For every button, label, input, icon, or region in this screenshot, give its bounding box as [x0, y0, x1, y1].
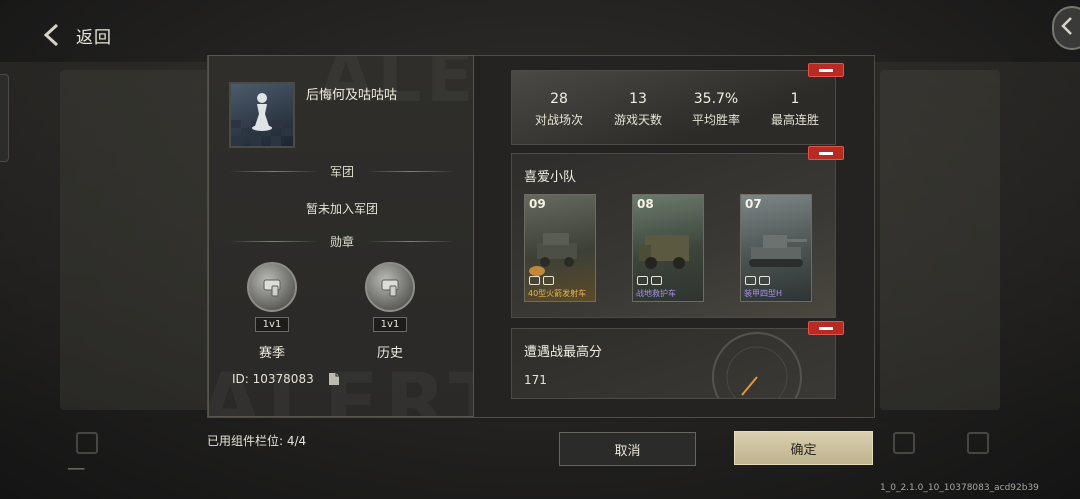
- background-bottom-icon: [893, 432, 915, 454]
- cancel-button[interactable]: 取消: [559, 432, 696, 466]
- remove-stats-button[interactable]: [808, 63, 844, 77]
- legion-heading: 军团: [229, 163, 456, 180]
- profile-panel: ALER ALERT 后悔何及咕咕咕 军团 暂未加入军团 勋章: [208, 55, 474, 417]
- unit-card[interactable]: 09 40型火箭发射车: [524, 194, 596, 302]
- medal-icon: [365, 262, 415, 312]
- stat-label: 对战场次: [534, 113, 583, 127]
- encounter-score: 171: [524, 373, 547, 387]
- medal-icon: [247, 262, 297, 312]
- chess-knight-avatar: [231, 93, 293, 146]
- unit-number: 07: [745, 197, 762, 211]
- left-edge-tab[interactable]: [0, 74, 9, 162]
- stat-value: 13: [629, 91, 647, 107]
- stat-label: 游戏天数: [613, 113, 662, 127]
- username: 后悔何及咕咕咕: [306, 88, 398, 103]
- back-button[interactable]: 返回: [40, 18, 112, 52]
- watermark: ALERT: [209, 356, 473, 416]
- squad-title: 喜爱小队: [524, 170, 577, 185]
- encounter-score-card[interactable]: 遭遇战最高分 171: [511, 328, 836, 399]
- stat-label: 最高连胜: [770, 113, 819, 127]
- unit-name: 战地救护车: [636, 289, 676, 298]
- unit-number: 08: [637, 197, 654, 211]
- confirm-button[interactable]: 确定: [734, 431, 873, 465]
- background-blur-left: [60, 70, 210, 410]
- remove-squad-button[interactable]: [808, 146, 844, 160]
- player-id: ID: 10378083: [232, 372, 314, 386]
- background-bottom-icon: [76, 432, 98, 454]
- medal-history[interactable]: 1v1 历史: [355, 262, 425, 361]
- remove-icon: [819, 151, 833, 155]
- medal-name: 历史: [376, 346, 403, 361]
- unit-class-icons: [529, 276, 554, 285]
- copy-icon[interactable]: [328, 372, 340, 386]
- stat-win-rate: 35.7% 平均胜率: [676, 91, 756, 128]
- medals-heading: 勋章: [229, 233, 456, 250]
- unit-name: 装甲四型H: [744, 289, 783, 298]
- unit-number: 09: [529, 197, 546, 211]
- component-slots-text: 已用组件栏位: 4/4: [207, 434, 307, 448]
- stats-card[interactable]: 28 对战场次 13 游戏天数 35.7% 平均胜率 1 最高连胜: [511, 70, 836, 145]
- encounter-title: 遭遇战最高分: [524, 345, 603, 360]
- stat-value: 1: [790, 91, 800, 107]
- remove-score-button[interactable]: [808, 321, 844, 335]
- version-text: 1_0_2.1.0_10_10378083_acd92b39: [880, 483, 1039, 493]
- remove-icon: [819, 68, 833, 72]
- top-bar: 返回: [0, 0, 1080, 62]
- stat-value: 35.7%: [693, 91, 739, 107]
- unit-class-icons: [745, 276, 770, 285]
- background-bottom-label: ━━━: [68, 465, 85, 475]
- background-bottom-icon: [967, 432, 989, 454]
- unit-card[interactable]: 08 战地救护车: [632, 194, 704, 302]
- stat-label: 平均胜率: [691, 113, 740, 127]
- stat-win-streak: 1 最高连胜: [755, 91, 835, 128]
- legion-heading-label: 军团: [330, 165, 355, 179]
- player-id-row: ID: 10378083: [232, 372, 340, 386]
- background-blur-right: [880, 70, 1000, 410]
- corner-expand-button[interactable]: [1052, 6, 1080, 50]
- back-arrow-icon: [40, 22, 66, 48]
- stat-days: 13 游戏天数: [598, 91, 678, 128]
- medals-heading-label: 勋章: [330, 235, 355, 249]
- medal-tag: 1v1: [372, 317, 408, 332]
- corner-arrow-icon: [1060, 16, 1074, 40]
- medal-tag: 1v1: [254, 317, 290, 332]
- remove-icon: [819, 326, 833, 330]
- back-label: 返回: [76, 27, 112, 48]
- medal-name: 赛季: [258, 346, 285, 361]
- favorite-squad-card[interactable]: 喜爱小队 09 40型火箭发射车 08 战地救护车 07 装甲四型H: [511, 153, 836, 318]
- unit-card[interactable]: 07 装甲四型H: [740, 194, 812, 302]
- unit-name: 40型火箭发射车: [528, 289, 587, 298]
- avatar[interactable]: [229, 82, 295, 148]
- legion-status: 暂未加入军团: [305, 202, 378, 216]
- unit-class-icons: [637, 276, 662, 285]
- gauge-icon: [712, 332, 802, 398]
- stat-value: 28: [550, 91, 568, 107]
- stat-matches: 28 对战场次: [519, 91, 599, 128]
- medal-season[interactable]: 1v1 赛季: [237, 262, 307, 361]
